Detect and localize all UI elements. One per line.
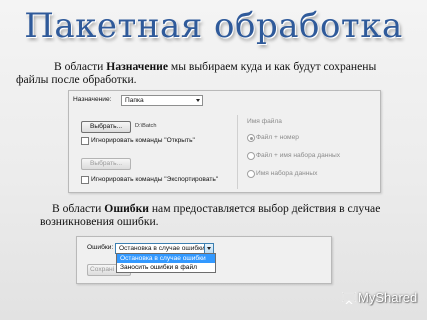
destination-path: D:\Batch bbox=[135, 123, 157, 129]
brand-logo: MyShared bbox=[358, 290, 418, 305]
destination-panel: Назначение: Папка Выбрать... D:\Batch Иг… bbox=[68, 90, 381, 193]
destination-label: Назначение: bbox=[73, 96, 112, 103]
errors-label: Ошибки: bbox=[87, 244, 114, 251]
ignore-export-checkbox[interactable] bbox=[81, 176, 89, 184]
keyword-destination: Назначение bbox=[106, 60, 168, 73]
keyword-errors: Ошибки bbox=[104, 202, 149, 215]
ignore-open-label: Игнорировать команды "Открыть" bbox=[91, 137, 195, 144]
ignore-export-label: Игнорировать команды "Экспортировать" bbox=[91, 176, 219, 183]
paragraph-errors: В области Ошибки нам предоставляется выб… bbox=[40, 202, 381, 228]
panel-divider bbox=[237, 115, 238, 189]
chevron-down-icon bbox=[196, 99, 200, 102]
errors-dropdown-list: Остановка в случае ошибки Заносить ошибк… bbox=[116, 253, 216, 273]
paragraph-destination: В области Назначение мы выбираем куда и … bbox=[16, 60, 377, 86]
errors-option-stop[interactable]: Остановка в случае ошибки bbox=[117, 254, 215, 263]
slide-title: Пакетная обработка bbox=[24, 6, 403, 46]
radio-file-dataset-name[interactable] bbox=[247, 152, 255, 160]
errors-option-log[interactable]: Заносить ошибки в файл bbox=[117, 263, 215, 272]
choose-folder-button[interactable]: Выбрать... bbox=[81, 121, 131, 133]
radio-file-number[interactable] bbox=[247, 134, 255, 142]
radio-dataset-name[interactable] bbox=[247, 170, 255, 178]
choose-export-folder-button[interactable]: Выбрать... bbox=[81, 158, 131, 170]
chevron-down-icon bbox=[207, 247, 211, 250]
ignore-open-checkbox[interactable] bbox=[81, 137, 89, 145]
presentation-icon bbox=[342, 292, 356, 304]
destination-select[interactable]: Папка bbox=[121, 95, 203, 106]
file-name-heading: Имя файла bbox=[247, 118, 282, 125]
